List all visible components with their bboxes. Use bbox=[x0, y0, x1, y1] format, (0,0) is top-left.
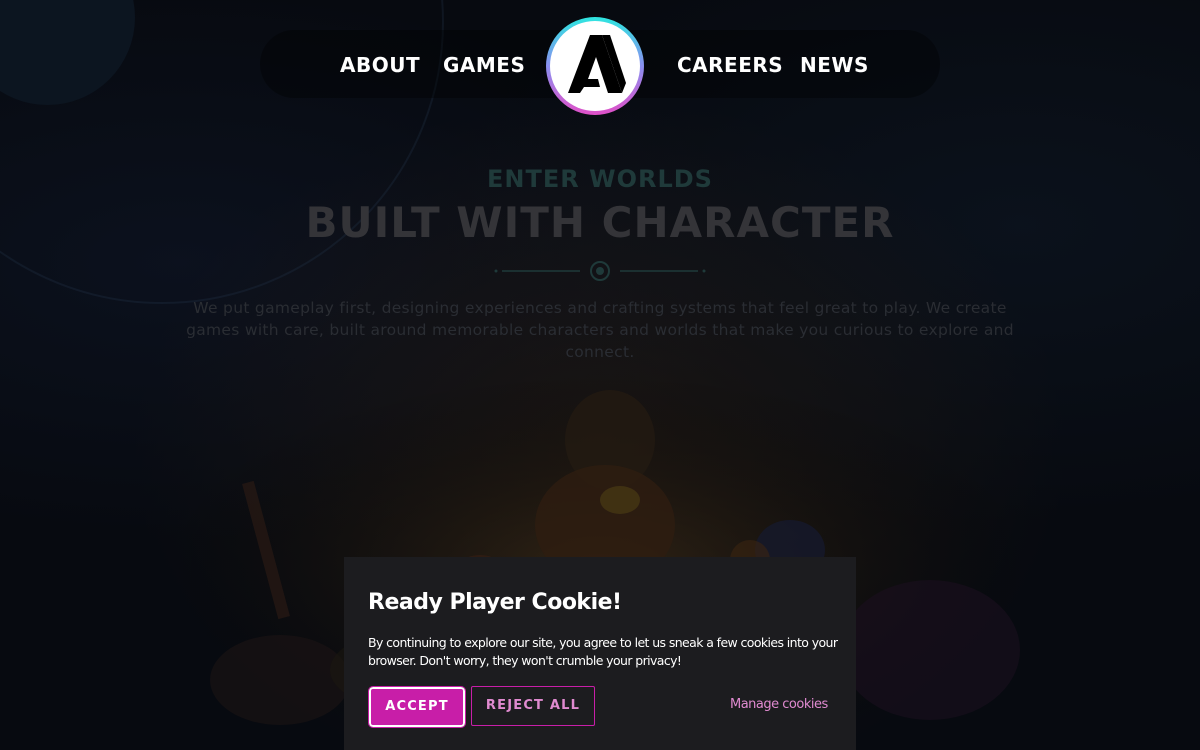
nav-link-careers[interactable]: CAREERS bbox=[677, 53, 783, 77]
nav-link-games[interactable]: GAMES bbox=[443, 53, 525, 77]
nav-link-news[interactable]: NEWS bbox=[800, 53, 869, 77]
nav-link-about[interactable]: ABOUT bbox=[340, 53, 420, 77]
hero-kicker: ENTER WORLDS bbox=[487, 165, 713, 193]
logo-badge bbox=[550, 21, 640, 111]
studio-logo-icon[interactable] bbox=[546, 17, 644, 115]
cookie-banner-text: By continuing to explore our site, you a… bbox=[368, 635, 838, 668]
accept-button[interactable]: ACCEPT bbox=[368, 686, 466, 728]
ornamental-divider bbox=[494, 261, 706, 281]
logo-letter-a-icon bbox=[568, 35, 626, 93]
hero-title: BUILT WITH CHARACTER bbox=[305, 198, 895, 247]
reject-all-button[interactable]: REJECT ALL bbox=[471, 686, 595, 726]
cookie-banner-title: Ready Player Cookie! bbox=[368, 590, 622, 615]
cookie-banner: Ready Player Cookie! By continuing to ex… bbox=[344, 557, 856, 750]
manage-cookies-link[interactable]: Manage cookies bbox=[730, 696, 828, 714]
page: ABOUT GAMES CAREERS NEWS ENTER WORLDS BU… bbox=[0, 0, 1200, 750]
